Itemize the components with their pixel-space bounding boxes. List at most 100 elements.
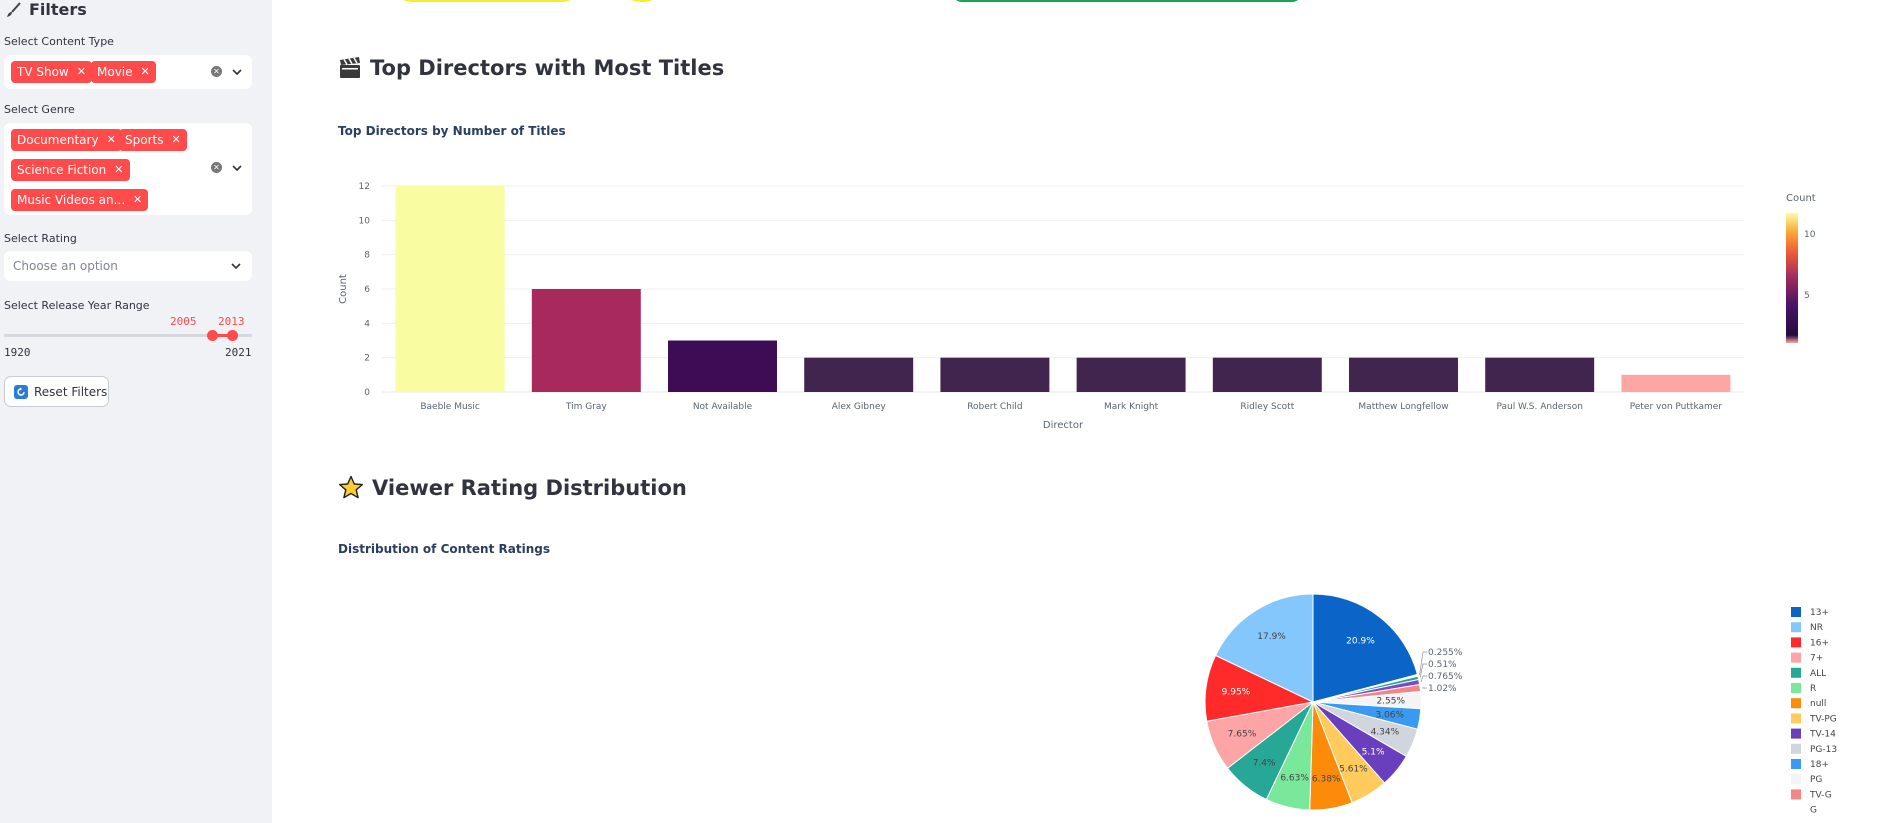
legend-swatch xyxy=(1791,713,1801,724)
tag-label: Science Fiction xyxy=(17,163,107,177)
pie-slice-label: 1.02% xyxy=(1428,684,1457,694)
star-icon xyxy=(339,475,363,499)
tag-music-videos[interactable]: Music Videos an... ✕ xyxy=(11,189,149,211)
pie-slice-label: 6.38% xyxy=(1312,775,1341,785)
top-directors-heading-text: Top Directors with Most Titles xyxy=(370,56,725,80)
bar xyxy=(940,357,1050,392)
tag-label: TV Show xyxy=(17,65,69,79)
remove-tag-icon[interactable]: ✕ xyxy=(107,129,116,151)
remove-tag-icon[interactable]: ✕ xyxy=(171,129,180,151)
legend-swatch xyxy=(1791,789,1801,800)
pie-leader-line xyxy=(1419,651,1427,675)
y-tick-label: 12 xyxy=(359,182,370,192)
clear-all-icon[interactable]: ✕ xyxy=(211,162,222,173)
bar xyxy=(1076,357,1186,392)
legend-swatch xyxy=(1791,774,1801,785)
legend-label: R xyxy=(1810,684,1816,694)
legend-label: NR xyxy=(1810,623,1823,633)
pie-chart[interactable]: 20.9% 2.55% 3.06% 4.34% 5.1% 5.61%6.38%6.63% 7… xyxy=(272,560,1884,823)
bar xyxy=(668,340,777,392)
tag-tv-show[interactable]: TV Show ✕ xyxy=(11,61,92,83)
chevron-down-icon[interactable] xyxy=(232,163,242,173)
pie-slice-label: 0.51% xyxy=(1428,660,1457,670)
bar xyxy=(1349,357,1458,392)
tag-science-fiction[interactable]: Science Fiction ✕ xyxy=(11,159,130,181)
x-tick-label: Paul W.S. Anderson xyxy=(1496,402,1582,412)
legend-label: TV-PG xyxy=(1809,714,1837,724)
bar xyxy=(1485,357,1595,392)
y-axis-label: Count xyxy=(338,274,349,304)
bar xyxy=(804,357,914,392)
y-tick-label: 2 xyxy=(364,354,370,364)
clapper-board-icon xyxy=(340,57,360,78)
legend-swatch xyxy=(1791,743,1801,754)
pie-slice-label: 0.255% xyxy=(1428,648,1463,658)
year-high-value: 2013 xyxy=(218,315,245,328)
bar xyxy=(531,289,641,392)
tag-label: Movie xyxy=(97,65,133,79)
pie-slice-label: 20.9% xyxy=(1346,636,1375,646)
rating-label: Select Rating xyxy=(4,232,77,245)
pie-slice-label: 7.65% xyxy=(1228,730,1257,740)
legend-swatch xyxy=(1791,607,1801,617)
x-tick-label: Not Available xyxy=(693,402,753,412)
year-low-value: 2005 xyxy=(170,315,197,328)
legend-swatch xyxy=(1791,683,1801,693)
remove-tag-icon[interactable]: ✕ xyxy=(77,61,86,83)
remove-tag-icon[interactable]: ✕ xyxy=(141,61,150,83)
x-axis-label: Director xyxy=(1043,420,1084,431)
legend-swatch xyxy=(1791,622,1801,633)
colorbar-title: Count xyxy=(1786,193,1816,204)
tag-label: Music Videos an... xyxy=(17,193,126,207)
year-slider-low-handle[interactable] xyxy=(207,330,218,341)
bar xyxy=(1621,374,1731,392)
tag-label: Documentary xyxy=(17,133,99,147)
legend-label: 16+ xyxy=(1810,638,1829,648)
brush-icon xyxy=(7,1,21,17)
bar xyxy=(1212,357,1322,392)
legend-swatch xyxy=(1791,637,1801,648)
tag-movie[interactable]: Movie ✕ xyxy=(91,61,156,83)
bar-chart-title: Top Directors by Number of Titles xyxy=(338,124,566,138)
legend-swatch xyxy=(1791,652,1801,663)
bar-chart[interactable]: 0 2 4 6 8 10 12 Baeble Music Tim Gray Not Availab… xyxy=(272,140,1884,440)
year-min-value: 1920 xyxy=(4,346,31,359)
reset-filters-label: Reset Filters xyxy=(34,384,108,399)
tag-documentary[interactable]: Documentary ✕ xyxy=(11,129,122,151)
y-tick-label: 6 xyxy=(364,285,370,295)
colorbar-tick-label: 5 xyxy=(1804,291,1810,301)
chevron-down-icon[interactable] xyxy=(231,261,241,271)
genre-label: Select Genre xyxy=(4,103,75,116)
year-slider-high-handle[interactable] xyxy=(227,330,238,341)
legend-label: TV-G xyxy=(1809,790,1832,800)
legend-label: 18+ xyxy=(1810,760,1829,770)
y-tick-label: 8 xyxy=(364,251,370,261)
rating-select[interactable]: Choose an option xyxy=(4,251,252,281)
x-tick-label: Baeble Music xyxy=(420,402,479,412)
legend-label: G xyxy=(1810,806,1817,816)
rating-placeholder: Choose an option xyxy=(13,259,118,273)
pie-chart-title: Distribution of Content Ratings xyxy=(338,542,550,556)
pie-slice-label: 5.1% xyxy=(1362,747,1385,757)
clear-all-icon[interactable]: ✕ xyxy=(211,66,222,77)
x-tick-label: Alex Gibney xyxy=(832,402,887,412)
remove-tag-icon[interactable]: ✕ xyxy=(133,189,142,211)
rating-distribution-heading-text: Viewer Rating Distribution xyxy=(372,476,687,500)
tag-label: Sports xyxy=(125,133,164,147)
year-max-value: 2021 xyxy=(225,346,252,359)
genre-multiselect[interactable]: Documentary ✕ Sports ✕ Science Fiction ✕ Mu… xyxy=(4,123,252,215)
remove-tag-icon[interactable]: ✕ xyxy=(114,159,123,181)
content-type-label: Select Content Type xyxy=(4,35,114,48)
pie-slice-label: 5.61% xyxy=(1339,764,1368,774)
legend-label: 7+ xyxy=(1810,654,1823,664)
legend-swatch xyxy=(1790,804,1802,816)
main-content: Top Directors with Most Titles Top Direc… xyxy=(272,0,1884,823)
content-type-multiselect[interactable]: TV Show ✕ Movie ✕ ✕ xyxy=(4,55,252,89)
y-tick-label: 4 xyxy=(364,319,370,329)
x-tick-label: Mark Knight xyxy=(1104,402,1159,412)
reset-filters-button[interactable]: Reset Filters xyxy=(4,376,109,407)
tag-sports[interactable]: Sports ✕ xyxy=(119,129,187,151)
pie-slice-label: 0.765% xyxy=(1428,672,1463,682)
chevron-down-icon[interactable] xyxy=(232,67,242,77)
x-tick-label: Ridley Scott xyxy=(1240,402,1294,412)
